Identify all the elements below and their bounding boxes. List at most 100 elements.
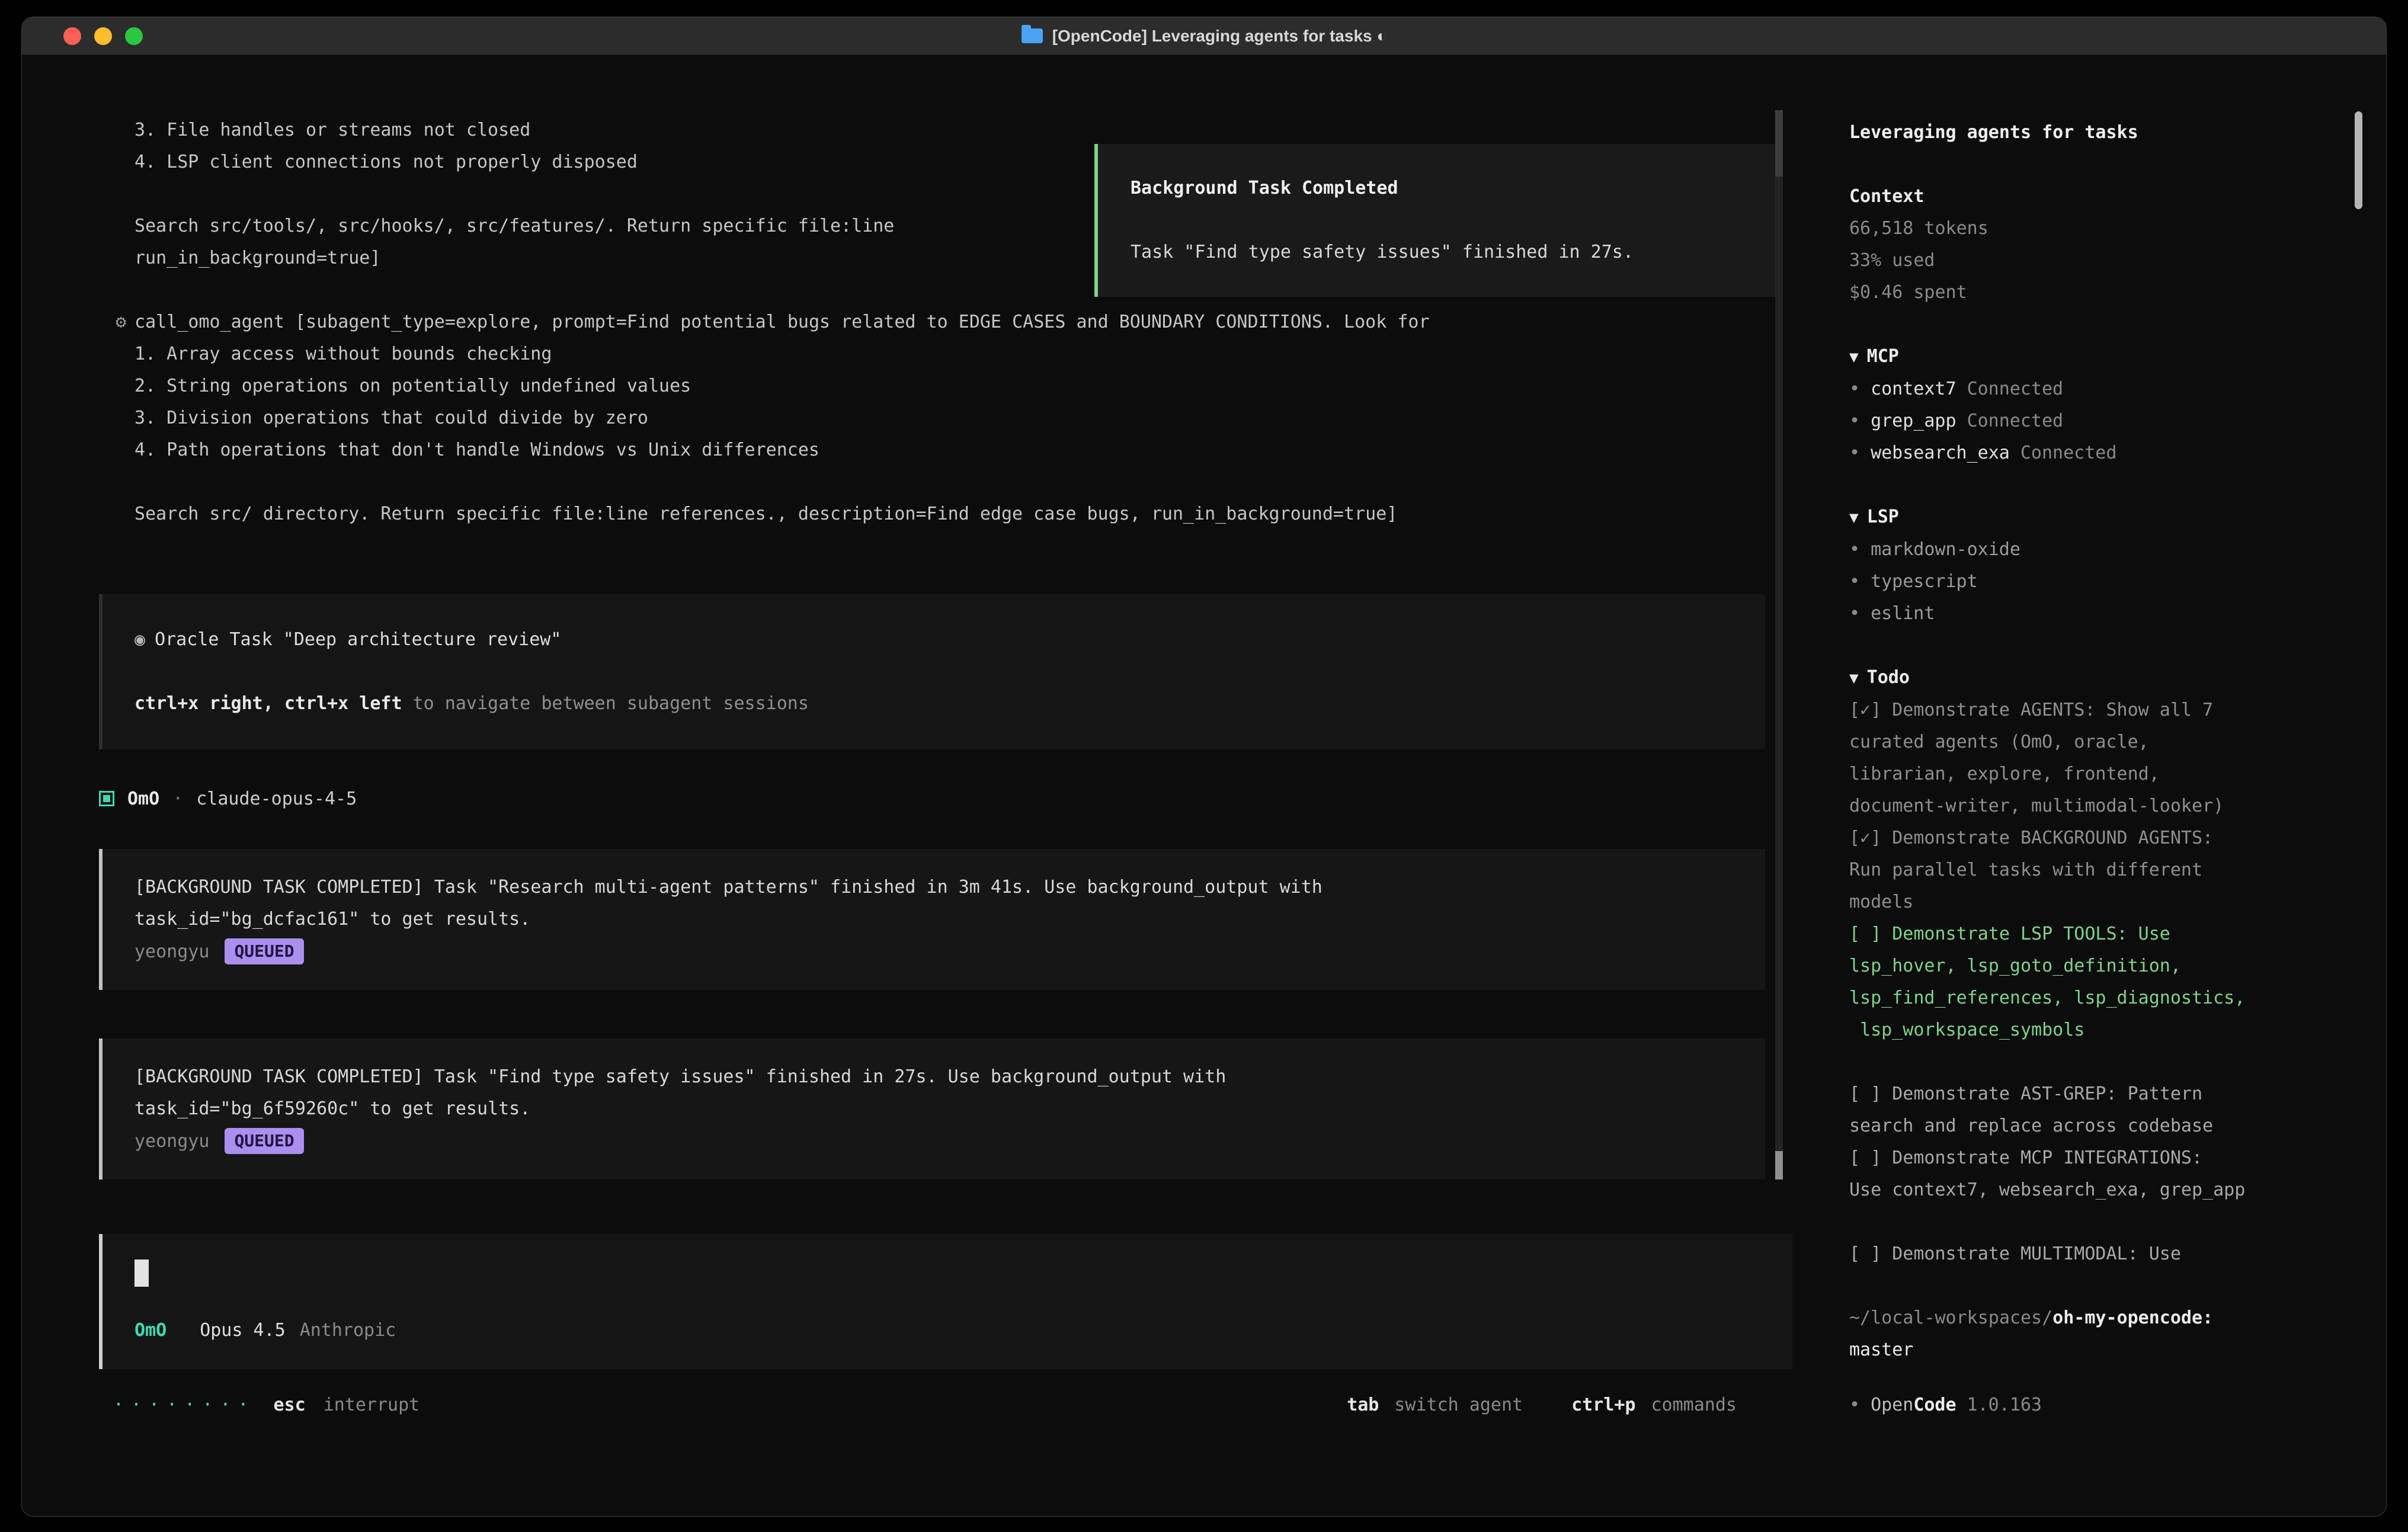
input-meta: OmOOpus 4.5Anthropic xyxy=(135,1315,1760,1347)
hint-text: to navigate between subagent sessions xyxy=(402,693,809,714)
gap xyxy=(1849,149,2315,181)
context-used: 33% used xyxy=(1849,245,2315,277)
zoom-button[interactable] xyxy=(125,27,143,45)
todo-item: [ ] Demonstrate AST-GREP: Pattern search… xyxy=(1849,1078,2315,1142)
agent-header: OmO · claude-opus-4-5 xyxy=(99,783,1765,815)
mcp-server-status: Connected xyxy=(1967,411,2064,431)
context-spent: $0.46 spent xyxy=(1849,277,2315,309)
background-task-message[interactable]: [BACKGROUND TASK COMPLETED] Task "Find t… xyxy=(99,1039,1765,1180)
sidebar-scrollbar[interactable] xyxy=(2355,111,2362,209)
todo-item: [ ] Demonstrate MCP INTEGRATIONS: Use co… xyxy=(1849,1142,2315,1206)
titlebar[interactable]: [OpenCode] Leveraging agents for tasks ◐ xyxy=(22,17,2386,55)
esc-key-hint: esc xyxy=(274,1389,306,1421)
message-author: yeongyu xyxy=(135,941,209,962)
oracle-task-card[interactable]: ◉Oracle Task "Deep architecture review" … xyxy=(99,594,1765,749)
lsp-heading: LSP xyxy=(1867,507,1899,527)
input-spacer xyxy=(135,1289,1760,1315)
workspace-path: ~/local-workspaces/oh-my-opencode: maste… xyxy=(1849,1302,2315,1366)
gap xyxy=(1849,309,2315,341)
message-list: [BACKGROUND TASK COMPLETED] Task "Resear… xyxy=(99,849,1765,1180)
chevron-down-icon: ▼ xyxy=(1849,669,1859,687)
lsp-server-name: markdown-oxide xyxy=(1871,539,2020,560)
mcp-section-header[interactable]: ▼MCP xyxy=(1849,341,2315,373)
workspace-branch: master xyxy=(1849,1339,1913,1360)
ctrlp-key-label: commands xyxy=(1651,1389,1737,1421)
gap xyxy=(1849,469,2315,501)
lsp-server-name: typescript xyxy=(1871,571,1978,592)
tool-call-line: 2. String operations on potentially unde… xyxy=(99,370,1765,402)
todo-item: [✓] Demonstrate AGENTS: Show all 7 curat… xyxy=(1849,694,2315,822)
context-heading: Context xyxy=(1849,181,2315,213)
message-text: [BACKGROUND TASK COMPLETED] Task "Resear… xyxy=(135,871,1733,935)
scrollbar-segment[interactable] xyxy=(1775,110,1783,177)
background-task-message[interactable]: [BACKGROUND TASK COMPLETED] Task "Resear… xyxy=(99,849,1765,990)
blank-line xyxy=(1131,204,1743,236)
hint-keys: ctrl+x right, ctrl+x left xyxy=(135,693,402,714)
mcp-server-status: Connected xyxy=(1967,379,2064,399)
mcp-server-item: •grep_appConnected xyxy=(1849,405,2315,437)
statusbar: ········ esc interrupt tab switch agent … xyxy=(22,1389,1807,1421)
minimize-button[interactable] xyxy=(94,27,112,45)
todo-section-header[interactable]: ▼ Todo xyxy=(1849,662,2315,694)
tool-call-block: ⚙call_omo_agent [subagent_type=explore, … xyxy=(99,306,1765,530)
mcp-server-name: grep_app xyxy=(1871,411,1956,431)
background-task-notification[interactable]: Background Task Completed Task "Find typ… xyxy=(1094,144,1776,297)
gear-icon: ⚙ xyxy=(116,312,126,332)
lsp-server-item: • typescript xyxy=(1849,566,2315,598)
tool-call-lines: 1. Array access without bounds checking2… xyxy=(99,338,1765,530)
todo-heading: Todo xyxy=(1867,667,1910,688)
mcp-server-item: •context7Connected xyxy=(1849,373,2315,405)
agent-icon xyxy=(99,791,114,806)
tool-call-line: 3. Division operations that could divide… xyxy=(99,402,1765,434)
session-title: Leveraging agents for tasks xyxy=(1849,117,2315,149)
message-author: yeongyu xyxy=(135,1131,209,1152)
input-agent-label: OmO xyxy=(135,1320,166,1341)
bullet-icon: • xyxy=(1849,571,1860,592)
brand-open: Open xyxy=(1871,1395,1913,1415)
window-title-group: [OpenCode] Leveraging agents for tasks ◐ xyxy=(1022,27,1387,46)
prompt-input[interactable]: OmOOpus 4.5Anthropic xyxy=(99,1234,1792,1369)
gap xyxy=(1849,1206,2315,1238)
sidebar: Leveraging agents for tasks Context 66,5… xyxy=(1807,55,2386,1516)
navigation-hint: ctrl+x right, ctrl+x left to navigate be… xyxy=(135,688,1733,720)
lsp-server-name: eslint xyxy=(1871,603,1935,624)
notification-body: Task "Find type safety issues" finished … xyxy=(1131,236,1743,268)
tool-call-line: 4. Path operations that don't handle Win… xyxy=(99,434,1765,466)
todo-item: [✓] Demonstrate BACKGROUND AGENTS: Run p… xyxy=(1849,822,2315,918)
agent-model: claude-opus-4-5 xyxy=(196,789,357,809)
folder-icon xyxy=(1022,28,1043,43)
version-number: 1.0.163 xyxy=(1967,1395,2042,1415)
mcp-server-item: •websearch_exaConnected xyxy=(1849,437,2315,469)
bullet-icon: • xyxy=(1849,603,1860,624)
scrollbar-thumb[interactable] xyxy=(1775,1151,1783,1180)
record-icon: ◉ xyxy=(135,629,145,650)
bullet-icon: • xyxy=(1849,379,1860,399)
main-scrollbar[interactable] xyxy=(1775,110,1783,1180)
input-model-label: Opus 4.5 xyxy=(200,1320,286,1341)
terminal-pane: 3. File handles or streams not closed4. … xyxy=(22,55,1807,1516)
bullet-icon: • xyxy=(1849,1395,1860,1415)
blank-line xyxy=(135,656,1733,688)
gap xyxy=(1849,1270,2315,1302)
message-text: [BACKGROUND TASK COMPLETED] Task "Find t… xyxy=(135,1061,1733,1125)
close-button[interactable] xyxy=(63,27,81,45)
gap xyxy=(1849,630,2315,662)
tool-call-line xyxy=(99,466,1765,498)
todo-item: [ ] Demonstrate MULTIMODAL: Use xyxy=(1849,1238,2315,1270)
message-meta: yeongyuQUEUED xyxy=(135,935,1733,967)
mcp-server-name: websearch_exa xyxy=(1871,443,2010,463)
lsp-server-item: • eslint xyxy=(1849,598,2315,630)
todo-list: [✓] Demonstrate AGENTS: Show all 7 curat… xyxy=(1849,694,2315,1270)
input-line[interactable] xyxy=(135,1257,1760,1289)
ctrlp-key-hint: ctrl+p xyxy=(1571,1389,1635,1421)
lsp-section-header[interactable]: ▼LSP xyxy=(1849,501,2315,534)
context-tokens: 66,518 tokens xyxy=(1849,213,2315,245)
todo-item: [ ] Demonstrate LSP TOOLS: Use lsp_hover… xyxy=(1849,918,2315,1046)
bullet-icon: • xyxy=(1849,539,1860,560)
workspace-repo: oh-my-opencode: xyxy=(2052,1307,2213,1328)
esc-key-label: interrupt xyxy=(324,1389,420,1421)
status-badge: QUEUED xyxy=(225,1128,303,1154)
app-window: [OpenCode] Leveraging agents for tasks ◐… xyxy=(21,17,2387,1517)
opencode-version: • OpenCode 1.0.163 xyxy=(1849,1389,2315,1421)
brand-code: Code xyxy=(1913,1395,1956,1415)
